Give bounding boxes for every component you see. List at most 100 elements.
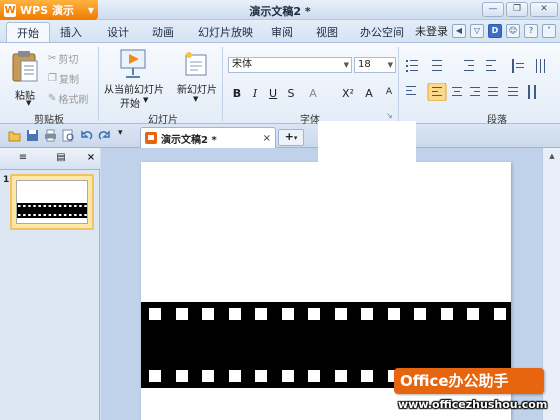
thumb-film-hole — [43, 205, 46, 207]
thumb-film-hole — [33, 214, 36, 216]
minimize-button[interactable]: — — [482, 2, 504, 17]
window-title: 演示文稿2 * — [249, 5, 311, 18]
tab-review[interactable]: 审阅 — [271, 24, 293, 40]
close-tab-icon[interactable]: × — [263, 133, 271, 144]
save-icon[interactable] — [26, 129, 39, 142]
thumb-film-hole — [28, 214, 31, 216]
film-hole — [202, 308, 214, 320]
grow-font-button[interactable]: A — [362, 87, 376, 100]
italic-button[interactable]: I — [248, 87, 262, 100]
close-window-button[interactable]: ✕ — [530, 2, 558, 17]
quick-access-dropdown-icon[interactable]: ▾ — [118, 128, 131, 141]
thumb-film-hole — [63, 205, 67, 207]
slide-thumbnail-preview — [16, 180, 88, 224]
tab-design[interactable]: 设计 — [107, 24, 129, 40]
chevron-down-icon: ▼ — [387, 61, 393, 69]
presentation-file-icon — [145, 132, 157, 144]
bold-button[interactable]: B — [230, 87, 244, 100]
avatar-icon[interactable]: ☺ — [506, 24, 520, 38]
thumb-film-hole — [69, 214, 72, 216]
tab-office-space[interactable]: 办公空间 — [360, 24, 404, 40]
new-slide-icon[interactable] — [184, 51, 210, 77]
thumb-film-hole — [23, 205, 26, 207]
copy-icon: ❐ — [48, 73, 57, 84]
film-hole — [149, 308, 161, 320]
thumb-film-hole — [18, 205, 21, 207]
film-hole — [467, 308, 479, 320]
film-hole — [202, 370, 214, 382]
print-icon[interactable] — [44, 129, 57, 142]
clipboard-paste-icon[interactable] — [12, 51, 38, 83]
open-folder-icon[interactable] — [8, 129, 21, 142]
restore-button[interactable]: ❐ — [506, 2, 528, 17]
chevron-down-icon: ▼ — [193, 95, 199, 103]
help-icon[interactable]: ? — [524, 24, 538, 38]
tab-document[interactable]: 演示文稿2 * × — [140, 127, 276, 148]
chevron-down-icon: ▼ — [143, 96, 149, 104]
outline-tab-icon[interactable]: ≡ — [16, 152, 30, 165]
tab-insert[interactable]: 插入 — [60, 24, 82, 40]
d-logo-icon[interactable]: D — [488, 24, 502, 38]
play-from-current-button[interactable]: 从当前幻灯片 — [104, 81, 164, 96]
superscript-button[interactable]: X² — [338, 87, 358, 100]
back-icon[interactable]: ◀ — [452, 24, 466, 38]
scroll-up-icon[interactable]: ▲ — [546, 150, 558, 162]
slides-tab-icon[interactable]: ▤ — [54, 152, 68, 165]
slide-panel: ≡ ▤ × 1 — [0, 148, 100, 420]
font-name-select[interactable]: 宋体 ▼ — [228, 57, 352, 73]
chevron-down-icon: ▼ — [343, 61, 349, 69]
slide-thumbnail[interactable] — [10, 174, 94, 230]
thumb-film-hole — [28, 205, 31, 207]
film-hole — [361, 308, 373, 320]
film-hole — [228, 308, 241, 320]
new-slide-button[interactable]: 新幻灯片 — [177, 81, 217, 96]
font-size-select[interactable]: 18 ▼ — [354, 57, 396, 73]
copy-button[interactable]: ❐ 复制 — [48, 71, 79, 86]
chevron-down-icon: ▾ — [293, 134, 298, 142]
alignment-buttons[interactable] — [404, 83, 554, 101]
tab-slideshow[interactable]: 幻灯片放映 — [198, 24, 253, 40]
redo-icon[interactable] — [98, 129, 111, 142]
close-panel-icon[interactable]: × — [84, 152, 98, 165]
thumb-film-hole — [79, 205, 82, 207]
shrink-font-button[interactable]: A — [382, 87, 396, 97]
menu-right-tools: 未登录 ◀ ▽ D ☺ ? ˄ — [415, 23, 556, 39]
print-preview-icon[interactable] — [62, 129, 75, 142]
tab-home[interactable]: 开始 — [6, 22, 50, 42]
menu-bar: 开始 插入 设计 动画 幻灯片放映 审阅 视图 办公空间 未登录 ◀ ▽ D ☺… — [0, 20, 560, 42]
cut-button[interactable]: ✂ 剪切 — [48, 51, 78, 66]
thumb-film-hole — [53, 214, 57, 216]
film-hole — [493, 308, 506, 320]
watermark-url: www.officezhushou.com — [398, 398, 548, 411]
login-status[interactable]: 未登录 — [415, 23, 448, 39]
strikethrough-button[interactable]: S — [284, 87, 298, 100]
paste-dropdown-icon[interactable]: ▼ — [26, 99, 31, 107]
divider — [398, 47, 399, 121]
underline-button[interactable]: U — [266, 87, 280, 100]
play-from-current-line2: 开始 — [120, 99, 140, 110]
document-tab-bar: ▾ 演示文稿2 * × +▾ — [0, 124, 560, 148]
thumb-film-hole — [23, 214, 26, 216]
watermark-brand: Office办公助手 — [394, 368, 544, 394]
filmstrip-thumbnail-image — [17, 203, 87, 218]
paste-button[interactable]: 粘贴 — [15, 87, 35, 102]
collapse-ribbon-icon[interactable]: ˄ — [542, 24, 556, 38]
list-buttons[interactable] — [404, 57, 554, 75]
film-hole — [334, 370, 347, 382]
thumb-film-hole — [38, 205, 41, 207]
tab-animation[interactable]: 动画 — [152, 24, 174, 40]
font-color-button[interactable]: A — [306, 87, 320, 100]
undo-icon[interactable] — [80, 129, 93, 142]
format-painter-button[interactable]: ✎ 格式刷 — [48, 91, 88, 106]
film-hole — [255, 370, 267, 382]
blank-overlay — [318, 121, 416, 164]
new-tab-button[interactable]: +▾ — [278, 129, 304, 146]
film-hole — [281, 370, 294, 382]
film-hole — [228, 370, 241, 382]
divider — [222, 47, 223, 121]
tab-view[interactable]: 视图 — [316, 24, 338, 40]
thumb-film-hole — [63, 214, 67, 216]
dialog-launcher-icon[interactable]: ↘ — [386, 111, 393, 120]
shirt-skin-icon[interactable]: ▽ — [470, 24, 484, 38]
play-from-current-icon[interactable] — [120, 49, 148, 79]
